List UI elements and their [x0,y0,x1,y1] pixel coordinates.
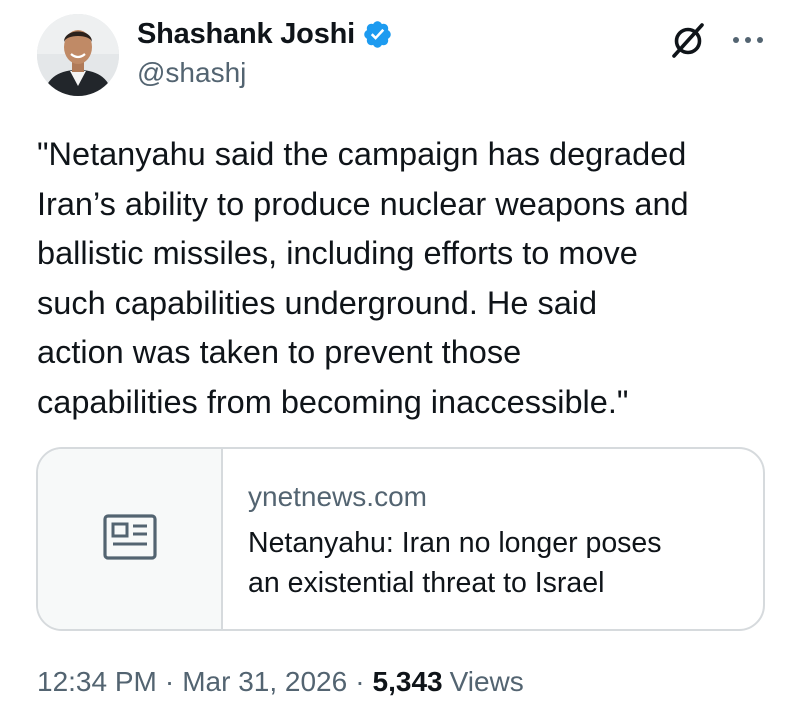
meta-separator: · [355,666,365,697]
link-card-thumbnail [38,449,223,629]
views-label: Views [449,666,524,697]
link-card[interactable]: ynetnews.com Netanyahu: Iran no longer p… [36,447,765,631]
link-card-title: Netanyahu: Iran no longer poses an exist… [248,527,662,599]
tweet-time[interactable]: 12:34 PM [37,666,157,698]
handle[interactable]: @shashj [137,57,393,89]
header-actions [668,20,766,60]
article-icon [102,513,157,565]
grok-icon[interactable] [668,20,708,60]
name-row: Shashank Joshi [137,14,393,54]
verified-badge-icon[interactable] [362,19,393,50]
tweet-date[interactable]: Mar 31, 2026 [182,666,347,698]
avatar[interactable] [37,14,119,96]
meta-separator: · [164,666,175,697]
author-info: Shashank Joshi @shashj [137,14,393,89]
more-horizontal-icon[interactable] [730,20,766,60]
tweet: Shashank Joshi @shashj "Netanyahu said t… [0,0,800,719]
link-card-domain: ynetnews.com [248,481,427,512]
link-card-body: ynetnews.com Netanyahu: Iran no longer p… [223,449,662,629]
display-name[interactable]: Shashank Joshi [137,18,355,51]
views-count[interactable]: 5,343 [373,666,443,698]
profile-photo [37,14,119,96]
tweet-meta: 12:34 PM · Mar 31, 2026 · 5,343 Views [37,666,524,698]
tweet-text: "Netanyahu said the campaign has degrade… [37,136,689,420]
